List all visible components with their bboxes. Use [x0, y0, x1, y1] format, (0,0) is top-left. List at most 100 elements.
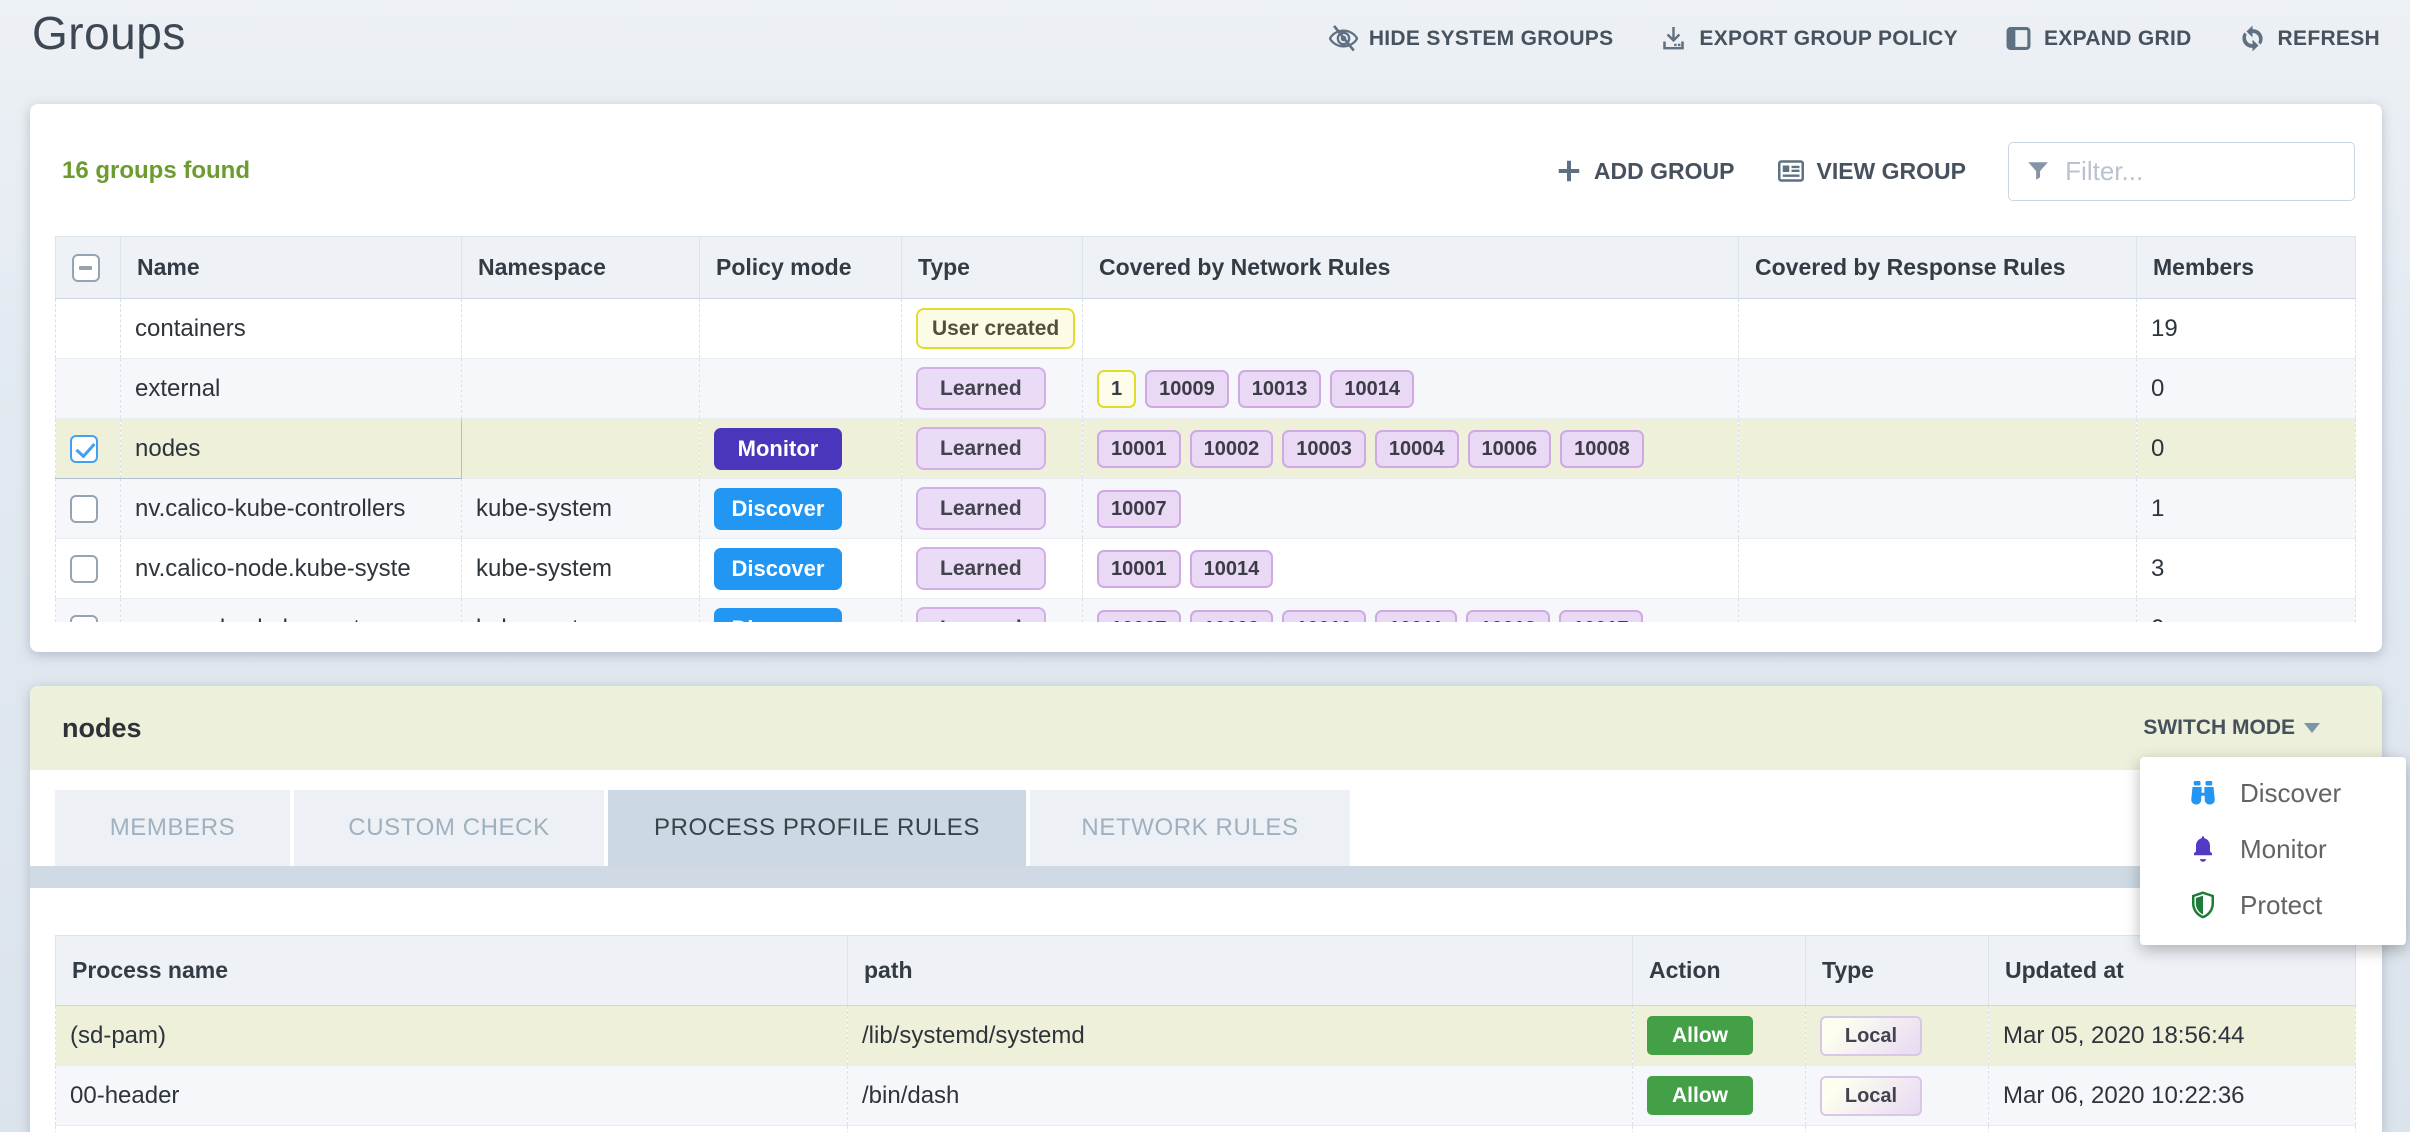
mode-menu-label: Discover	[2240, 778, 2341, 809]
members-cell: 1	[2137, 479, 2356, 539]
process-column-header-process-name[interactable]: Process name	[56, 936, 848, 1006]
header-action-hide-system-groups[interactable]: HIDE SYSTEM GROUPS	[1329, 24, 1614, 53]
process-type-cell: Local	[1806, 1006, 1989, 1066]
group-type-cell: Learned	[902, 599, 1083, 623]
filter-box	[2008, 142, 2355, 201]
group-row[interactable]: nodesMonitorLearned100011000210003100041…	[56, 419, 2356, 479]
network-rule-badge: 10002	[1190, 430, 1274, 468]
column-header-name[interactable]: Name	[121, 237, 462, 299]
mode-menu-item-protect[interactable]: Protect	[2140, 877, 2406, 933]
row-checkbox[interactable]	[70, 495, 98, 523]
column-header-covered-by-network-rules[interactable]: Covered by Network Rules	[1083, 237, 1739, 299]
add-group-button[interactable]: ADD GROUP	[1554, 156, 1735, 186]
column-header-covered-by-response-rules[interactable]: Covered by Response Rules	[1739, 237, 2137, 299]
process-column-header-path[interactable]: path	[848, 936, 1633, 1006]
groups-card: 16 groups found ADD GROUP VIEW GROUP Nam…	[30, 104, 2382, 652]
header-action-expand-grid[interactable]: EXPAND GRID	[2004, 24, 2192, 53]
policy-mode-badge: Discover	[714, 548, 842, 590]
header-actions: HIDE SYSTEM GROUPS EXPORT GROUP POLICY EXP…	[1329, 24, 2380, 53]
type-local-badge: Local	[1820, 1016, 1922, 1056]
action-allow-badge: Allow	[1647, 1016, 1753, 1055]
header-action-refresh[interactable]: REFRESH	[2238, 24, 2380, 53]
filter-input[interactable]	[2065, 156, 2338, 187]
switch-mode-button[interactable]: SWITCH MODE	[2143, 716, 2320, 740]
switch-mode-label: SWITCH MODE	[2143, 716, 2295, 740]
tab-network-rules[interactable]: NETWORK RULES	[1030, 790, 1350, 866]
header-action-export-group-policy[interactable]: EXPORT GROUP POLICY	[1659, 24, 1958, 53]
view-group-button[interactable]: VIEW GROUP	[1776, 156, 1966, 186]
process-column-header-type[interactable]: Type	[1806, 936, 1989, 1006]
process-column-header-updated-at[interactable]: Updated at	[1989, 936, 2356, 1006]
process-row[interactable]: (sd-pam)/lib/systemd/systemdAllowLocalMa…	[56, 1006, 2356, 1066]
mode-menu-item-monitor[interactable]: Monitor	[2140, 821, 2406, 877]
group-type-cell: Learned	[902, 419, 1083, 479]
detail-panel-header: nodes SWITCH MODE	[30, 686, 2382, 770]
process-profile-table: Process namepathActionTypeUpdated at (sd…	[55, 935, 2356, 1132]
column-header-policy-mode[interactable]: Policy mode	[700, 237, 902, 299]
network-rule-badge: 10014	[1190, 550, 1274, 588]
funnel-icon	[2025, 156, 2051, 186]
mode-menu-item-discover[interactable]: Discover	[2140, 765, 2406, 821]
process-action-cell: Allow	[1633, 1006, 1806, 1066]
action-allow-badge: Allow	[1647, 1076, 1753, 1115]
response-rules-cell	[1739, 539, 2137, 599]
mode-menu-label: Protect	[2240, 890, 2322, 921]
select-all-checkbox[interactable]	[72, 254, 100, 282]
network-rule-badge: 10009	[1145, 370, 1229, 408]
groups-table: NameNamespacePolicy modeTypeCovered by N…	[55, 236, 2356, 622]
network-rules-cell: 100011000210003100041000610008	[1083, 419, 1739, 479]
process-column-header-action[interactable]: Action	[1633, 936, 1806, 1006]
tab-custom-check[interactable]: CUSTOM CHECK	[294, 790, 604, 866]
page-title: Groups	[32, 6, 186, 60]
network-rule-badge: 10010	[1282, 610, 1366, 623]
group-name-cell: containers	[121, 299, 462, 359]
row-checkbox[interactable]	[70, 555, 98, 583]
plus-icon	[1554, 156, 1584, 186]
eye-off-icon	[1329, 24, 1358, 53]
group-name-cell: nv.calico-node.kube-syste	[121, 539, 462, 599]
mode-menu-label: Monitor	[2240, 834, 2327, 865]
members-cell: 0	[2137, 599, 2356, 623]
column-header-members[interactable]: Members	[2137, 237, 2356, 299]
response-rules-cell	[1739, 299, 2137, 359]
group-detail-card: nodes SWITCH MODE MEMBERSCUSTOM CHECKPRO…	[30, 686, 2382, 1132]
network-rule-badge: 10008	[1560, 430, 1644, 468]
process-row[interactable]: AllowLocal	[56, 1126, 2356, 1132]
row-checkbox-cell	[56, 539, 121, 599]
process-name-cell: 00-header	[56, 1066, 848, 1126]
process-row[interactable]: 00-header/bin/dashAllowLocalMar 06, 2020…	[56, 1066, 2356, 1126]
column-header-namespace[interactable]: Namespace	[462, 237, 700, 299]
type-local-badge: Local	[1820, 1076, 1922, 1116]
process-table-wrap: Process namepathActionTypeUpdated at (sd…	[55, 935, 2356, 1132]
network-rule-badge: 10001	[1097, 430, 1181, 468]
network-rule-badge: 10007	[1097, 490, 1181, 528]
group-row[interactable]: nv.calico-node.kube-systekube-system Disc…	[56, 539, 2356, 599]
group-type-cell: Learned	[902, 479, 1083, 539]
group-row[interactable]: externalLearned11000910013100140	[56, 359, 2356, 419]
groups-toolbar-right: ADD GROUP VIEW GROUP	[1554, 142, 2355, 201]
group-type-badge: Learned	[916, 427, 1046, 470]
refresh-icon	[2238, 24, 2267, 53]
groups-page: { "page": { "title": "Groups" }, "header…	[0, 0, 2410, 1132]
group-row[interactable]: nv.coredns.kube-systekube-systeDiscoverL…	[56, 599, 2356, 623]
row-checkbox[interactable]	[70, 615, 98, 622]
network-rules-cell	[1083, 299, 1739, 359]
response-rules-cell	[1739, 599, 2137, 623]
response-rules-cell	[1739, 359, 2137, 419]
tab-process-profile-rules[interactable]: PROCESS PROFILE RULES	[608, 790, 1026, 866]
members-cell: 0	[2137, 359, 2356, 419]
group-namespace-cell: kube-system	[462, 539, 700, 599]
group-namespace-cell	[462, 359, 700, 419]
members-cell: 3	[2137, 539, 2356, 599]
group-row[interactable]: nv.calico-kube-controllerskube-systemDis…	[56, 479, 2356, 539]
process-action-cell: Allow	[1633, 1066, 1806, 1126]
group-row[interactable]: containersUser created19	[56, 299, 2356, 359]
group-policy-mode-cell: Discover	[700, 539, 902, 599]
tab-members[interactable]: MEMBERS	[55, 790, 290, 866]
row-checkbox[interactable]	[70, 435, 98, 463]
header-action-label: EXPORT GROUP POLICY	[1699, 27, 1958, 51]
process-type-cell: Local	[1806, 1126, 1989, 1132]
process-updated-cell: Mar 05, 2020 18:56:44	[1989, 1006, 2356, 1066]
row-checkbox-cell	[56, 359, 121, 419]
column-header-type[interactable]: Type	[902, 237, 1083, 299]
